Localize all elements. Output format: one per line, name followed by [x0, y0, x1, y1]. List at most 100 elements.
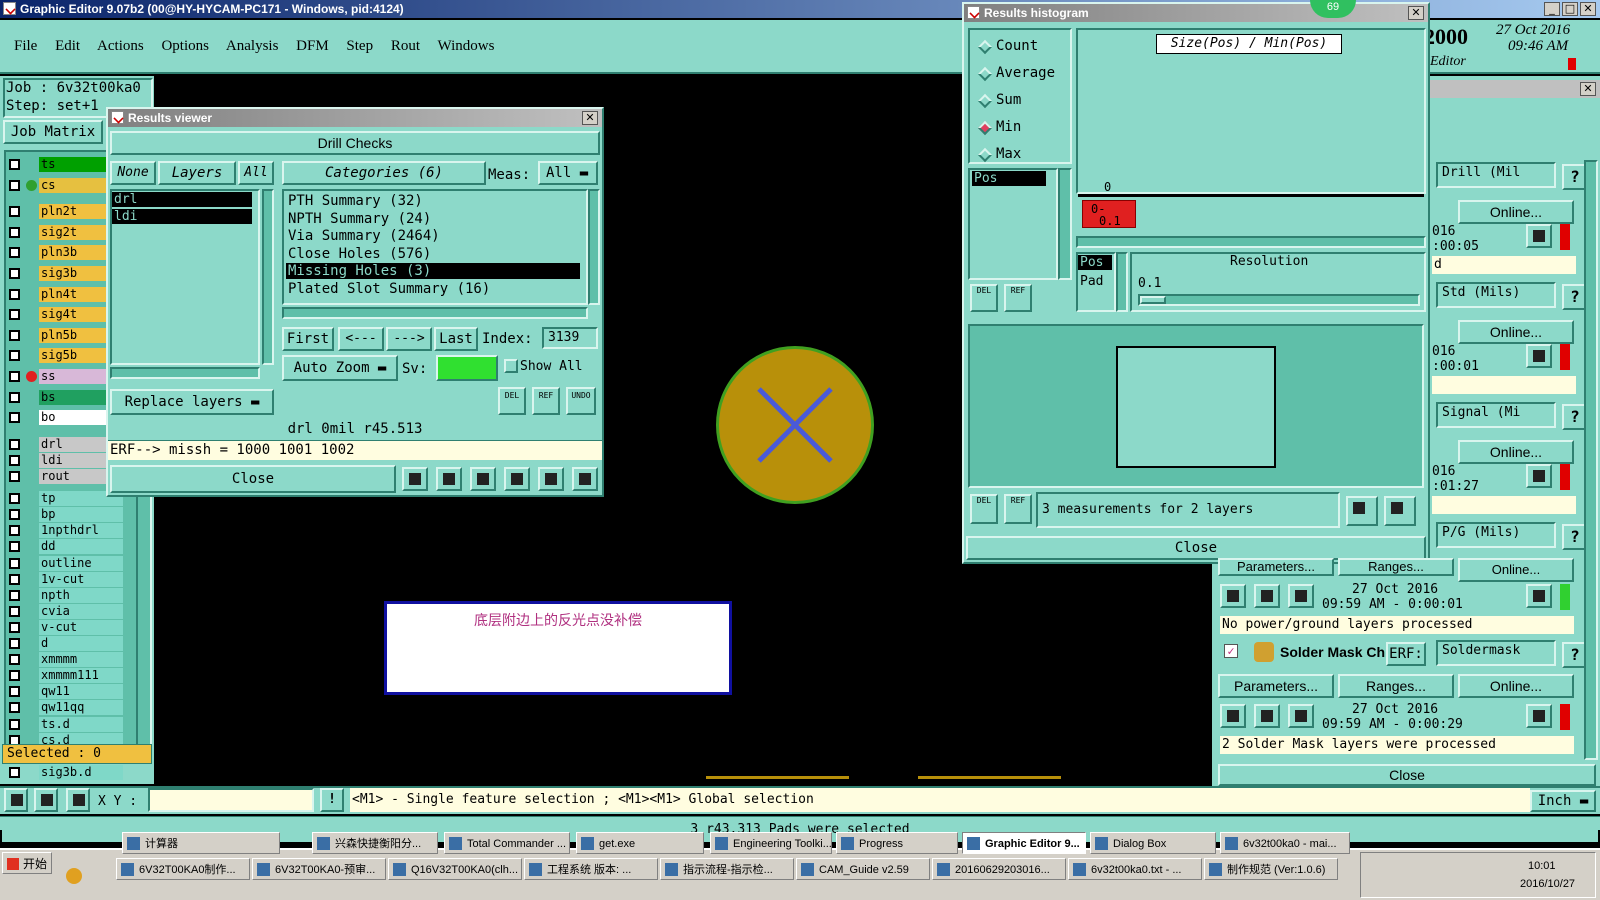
- taskbar-button[interactable]: Dialog Box: [1090, 832, 1216, 854]
- layer-checkbox[interactable]: [9, 159, 20, 170]
- rv-tool-1-icon[interactable]: [402, 467, 428, 491]
- grid-tool-icon[interactable]: [66, 788, 90, 812]
- menu-file[interactable]: File: [14, 38, 37, 54]
- sm-erf-field[interactable]: Soldermask: [1436, 640, 1556, 666]
- hist-del-top-button[interactable]: DEL: [970, 284, 998, 312]
- hist-del-bottom-button[interactable]: DEL: [970, 494, 998, 524]
- categories-button[interactable]: Categories (6): [282, 161, 486, 185]
- hist-zoom-2-icon[interactable]: [1384, 496, 1416, 526]
- layer-checkbox[interactable]: [9, 329, 20, 341]
- rv-layer-ldi[interactable]: ldi: [112, 209, 252, 224]
- layer-row-sig3b[interactable]: sig3b: [6, 266, 123, 281]
- layer-row-bs[interactable]: bs: [6, 389, 123, 405]
- minimize-button[interactable]: _: [1544, 2, 1560, 16]
- category-item[interactable]: NPTH Summary (24): [286, 211, 580, 227]
- right-panel-close-icon[interactable]: ✕: [1580, 82, 1596, 96]
- sm-zoom-icon[interactable]: [1526, 704, 1552, 728]
- rv-tool-3-icon[interactable]: [470, 467, 496, 491]
- next-button[interactable]: --->: [386, 327, 432, 351]
- layer-row-v-cut[interactable]: v-cut: [6, 619, 123, 635]
- layer-checkbox[interactable]: [9, 247, 20, 259]
- menu-actions[interactable]: Actions: [97, 38, 144, 54]
- right-panel-scrollbar[interactable]: [1584, 160, 1598, 760]
- layer-row-pln3b[interactable]: pln3b: [6, 245, 123, 261]
- pg-ranges-button[interactable]: Ranges...: [1338, 558, 1454, 576]
- layer-row-qw11[interactable]: qw11: [6, 684, 123, 700]
- histogram-hscroll[interactable]: [1076, 236, 1426, 248]
- zoom-icon-2[interactable]: [1526, 464, 1552, 488]
- rv-close-button[interactable]: Close: [110, 465, 396, 493]
- layer-row-ts[interactable]: ts: [6, 157, 123, 172]
- pg-online-button[interactable]: Online...: [1458, 558, 1574, 582]
- menu-options[interactable]: Options: [161, 38, 209, 54]
- layer-checkbox[interactable]: [9, 557, 20, 569]
- category-item[interactable]: Close Holes (576): [286, 246, 580, 262]
- layer-row-qw11qq[interactable]: qw11qq: [6, 700, 123, 716]
- layer-checkbox[interactable]: [9, 541, 20, 553]
- rv-tool-5-icon[interactable]: [538, 467, 564, 491]
- resolution-slider-thumb[interactable]: [1140, 296, 1166, 304]
- taskbar-button[interactable]: Engineering Toolki...: [710, 832, 832, 854]
- layer-checkbox[interactable]: [9, 654, 20, 666]
- layer-row-pln5b[interactable]: pln5b: [6, 327, 123, 343]
- layer-row-ss[interactable]: ss: [6, 369, 123, 384]
- category-item[interactable]: PTH Summary (32): [286, 193, 580, 209]
- layer-row-bp[interactable]: bp: [6, 507, 123, 523]
- layer-checkbox[interactable]: [9, 454, 20, 466]
- pos-item[interactable]: Pos: [1078, 255, 1112, 270]
- hist-ref-bottom-button[interactable]: REF: [1004, 494, 1032, 524]
- histogram-close-icon[interactable]: ✕: [1408, 6, 1424, 20]
- quicklaunch-icon[interactable]: [66, 868, 82, 884]
- layer-row-dd[interactable]: dd: [6, 539, 123, 555]
- layer-row-outline[interactable]: outline: [6, 555, 123, 571]
- close-main-button[interactable]: ✕: [1580, 2, 1596, 16]
- layer-checkbox[interactable]: [9, 438, 20, 450]
- rv-ref-button[interactable]: REF: [532, 387, 560, 415]
- prev-button[interactable]: <---: [338, 327, 384, 351]
- rv-tool-4-icon[interactable]: [504, 467, 530, 491]
- layer-row-sig2t[interactable]: sig2t: [6, 224, 123, 240]
- erf-field-0[interactable]: Drill (Mil: [1436, 162, 1556, 188]
- taskbar-button[interactable]: 制作规范 (Ver:1.0.6): [1204, 858, 1338, 880]
- taskbar-button[interactable]: Progress: [836, 832, 958, 854]
- meas-select[interactable]: All ▬: [538, 161, 598, 185]
- online-button-0[interactable]: Online...: [1458, 200, 1574, 224]
- online-button-2[interactable]: Online...: [1458, 440, 1574, 464]
- job-matrix-button[interactable]: Job Matrix: [3, 120, 103, 144]
- hist-zoom-1-icon[interactable]: [1346, 496, 1378, 526]
- layer-checkbox[interactable]: [9, 288, 20, 300]
- layer-checkbox[interactable]: [9, 268, 20, 279]
- taskbar-button[interactable]: CAM_Guide v2.59: [796, 858, 930, 880]
- layer-checkbox[interactable]: [9, 371, 20, 382]
- taskbar-button[interactable]: 工程系统 版本: ...: [524, 858, 658, 880]
- layer-row-xmmmm[interactable]: xmmmm: [6, 652, 123, 668]
- units-select[interactable]: Inch ▬: [1530, 790, 1596, 812]
- first-button[interactable]: First: [282, 327, 334, 351]
- show-all-checkbox[interactable]: [504, 359, 518, 373]
- layer-checkbox[interactable]: [9, 702, 20, 714]
- menu-rout[interactable]: Rout: [391, 38, 420, 54]
- layer-row-1npthdrl[interactable]: 1npthdrl: [6, 523, 123, 539]
- rv-del-button[interactable]: DEL: [498, 387, 526, 415]
- taskbar-button[interactable]: 6v32t00ka0 - mai...: [1220, 832, 1350, 854]
- sm-view-icon[interactable]: [1288, 704, 1314, 728]
- erf-field-3[interactable]: P/G (Mils): [1436, 522, 1556, 548]
- layer-row-1v-cut[interactable]: 1v-cut: [6, 571, 123, 587]
- sv-select[interactable]: [436, 355, 498, 381]
- attr-scrollbar[interactable]: [1058, 168, 1072, 280]
- layer-row-ts.d[interactable]: ts.d: [6, 716, 123, 732]
- menu-edit[interactable]: Edit: [55, 38, 80, 54]
- right-panel-close-button[interactable]: Close: [1218, 764, 1596, 786]
- alert-button[interactable]: !: [320, 788, 344, 812]
- layer-checkbox[interactable]: [9, 471, 20, 482]
- menu-windows[interactable]: Windows: [438, 38, 495, 54]
- layer-row-xmmmm111[interactable]: xmmmm111: [6, 668, 123, 684]
- layer-checkbox[interactable]: [9, 589, 20, 601]
- layer-row-sig4t[interactable]: sig4t: [6, 307, 123, 323]
- rv-layer-drl[interactable]: drl: [112, 192, 252, 207]
- all-layers-button[interactable]: All: [238, 161, 274, 185]
- pos-pad-scrollbar[interactable]: [1116, 252, 1128, 312]
- layer-checkbox[interactable]: [9, 621, 20, 633]
- layer-checkbox[interactable]: [9, 226, 20, 238]
- layer-checkbox[interactable]: [9, 573, 20, 585]
